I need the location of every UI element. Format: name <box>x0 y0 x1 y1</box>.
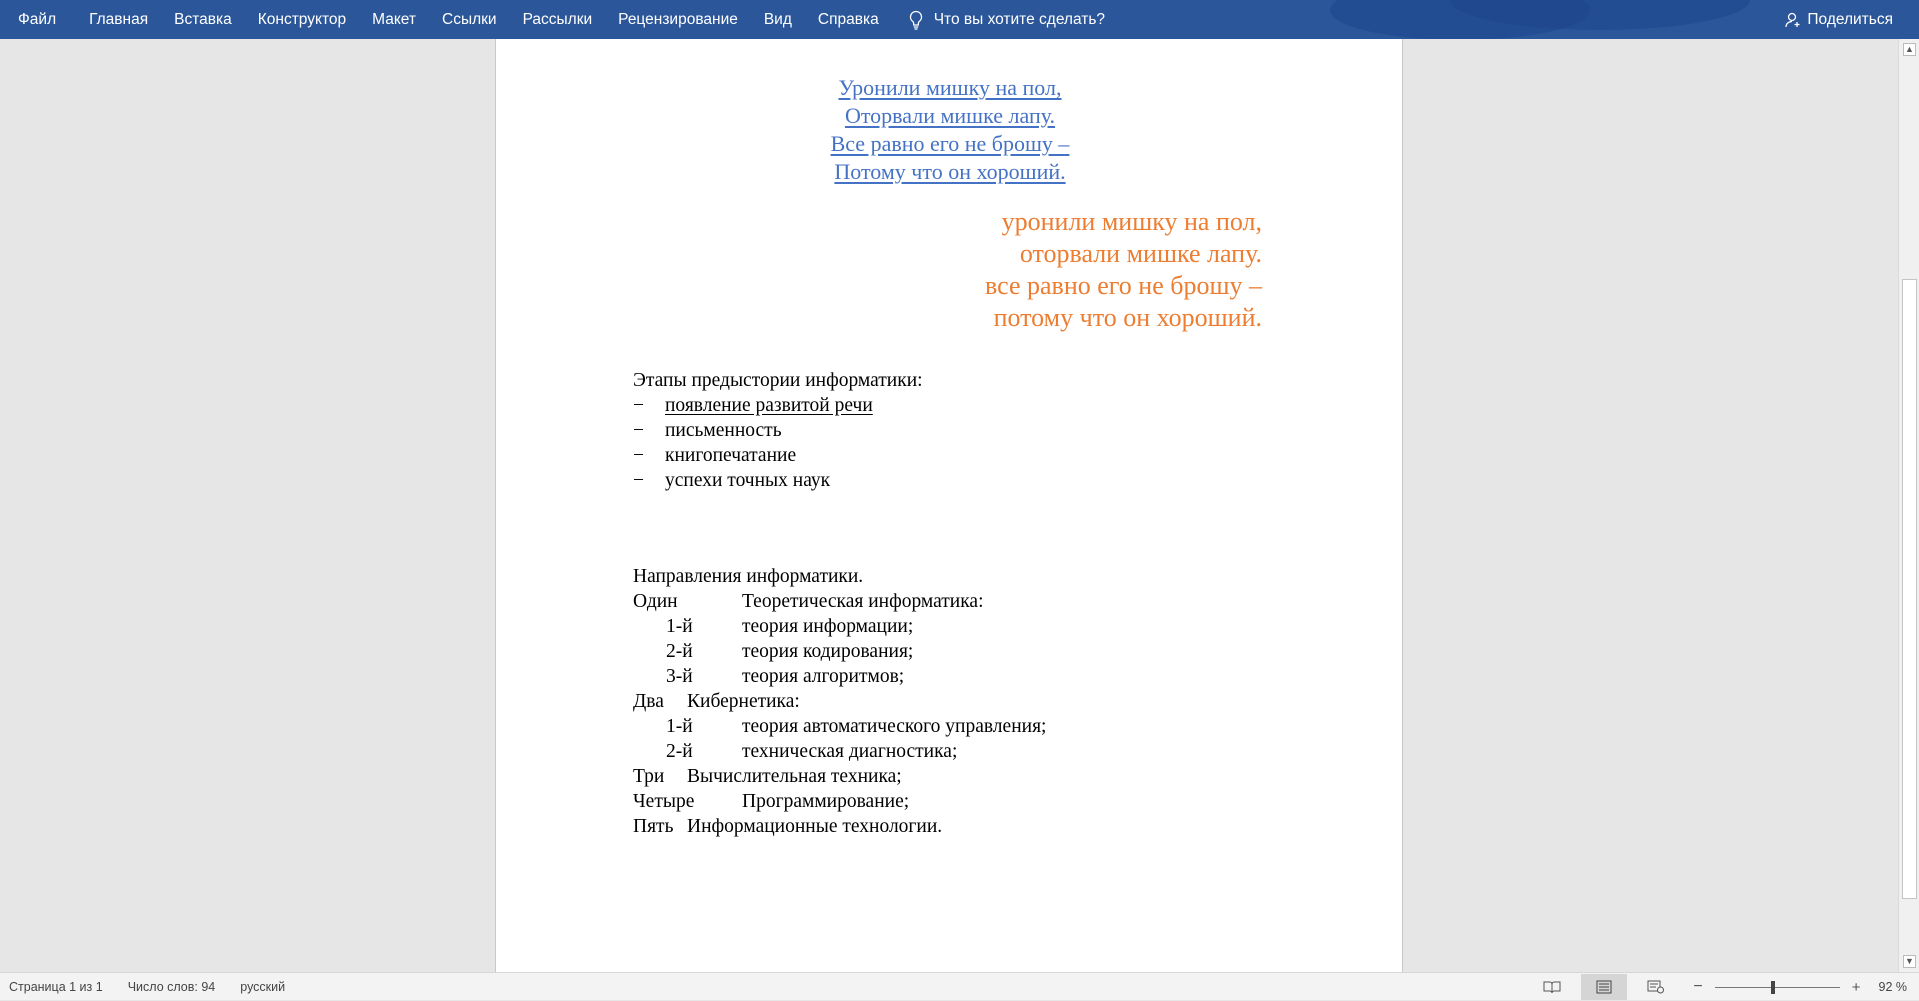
scroll-up-icon[interactable]: ▲ <box>1903 43 1916 56</box>
web-layout-button[interactable] <box>1633 974 1679 1000</box>
direction-row: 2-й техническая диагностика; <box>633 739 1046 764</box>
tab-design[interactable]: Конструктор <box>245 0 359 39</box>
direction-text: техническая диагностика; <box>742 741 958 762</box>
lightbulb-icon <box>909 10 922 30</box>
poem-line: уронили мишку на пол, <box>1001 207 1262 236</box>
stages-title: Этапы предыстории информатики: <box>633 370 923 391</box>
print-layout-icon <box>1596 980 1612 994</box>
scrollbar-thumb[interactable] <box>1902 279 1917 899</box>
zoom-slider-thumb[interactable] <box>1770 980 1775 994</box>
language-indicator[interactable]: русский <box>240 980 285 994</box>
page-count[interactable]: Страница 1 из 1 <box>9 980 103 994</box>
status-bar: Страница 1 из 1 Число слов: 94 русский −… <box>0 972 1919 1000</box>
document-page[interactable]: Уронили мишку на пол, Оторвали мишке лап… <box>495 39 1403 972</box>
poem-line: Все равно его не брошу – <box>830 131 1070 156</box>
poem-line: все равно его не брошу – <box>984 271 1262 300</box>
zoom-in-icon[interactable]: + <box>1852 979 1861 996</box>
direction-number: Три <box>633 766 665 787</box>
list-item: − появление развитой речи <box>633 393 923 418</box>
list-item-text: книгопечатание <box>665 445 797 466</box>
list-item-text: успехи точных наук <box>665 470 831 491</box>
list-item-text: появление развитой речи <box>665 395 873 416</box>
direction-number: 1-й <box>666 716 693 737</box>
scroll-down-icon[interactable]: ▼ <box>1903 955 1916 968</box>
direction-row: Один Теоретическая информатика: <box>633 589 1046 614</box>
stages-section: Этапы предыстории информатики: − появлен… <box>633 368 923 493</box>
direction-number: Пять <box>633 816 674 837</box>
tab-help[interactable]: Справка <box>805 0 892 39</box>
tab-layout[interactable]: Макет <box>359 0 429 39</box>
tab-references[interactable]: Ссылки <box>429 0 510 39</box>
tab-insert[interactable]: Вставка <box>161 0 245 39</box>
poem-line: Уронили мишку на пол, <box>838 75 1062 100</box>
orange-poem: уронили мишку на пол, оторвали мишке лап… <box>985 206 1262 334</box>
list-item: − книгопечатание <box>633 443 923 468</box>
zoom-out-icon[interactable]: − <box>1693 978 1702 996</box>
direction-number: 3-й <box>666 666 693 687</box>
share-label: Поделиться <box>1807 10 1893 28</box>
document-area: Уронили мишку на пол, Оторвали мишке лап… <box>0 39 1898 972</box>
web-layout-icon <box>1647 980 1665 994</box>
list-item-text: письменность <box>665 420 782 441</box>
direction-row: Три Вычислительная техника; <box>633 764 1046 789</box>
status-right: − + 92 % <box>1529 973 1907 1001</box>
direction-text: теория автоматического управления; <box>742 716 1047 737</box>
tell-me-text: Что вы хотите сделать? <box>933 10 1106 28</box>
direction-row: 3-й теория алгоритмов; <box>633 664 1046 689</box>
list-dash: − <box>633 420 644 441</box>
tab-file[interactable]: Файл <box>0 0 76 39</box>
list-dash: − <box>633 470 644 491</box>
person-icon <box>1785 12 1800 27</box>
direction-text: Теоретическая информатика: <box>742 591 984 612</box>
direction-number: Два <box>633 691 664 712</box>
zoom-slider[interactable] <box>1714 980 1840 994</box>
tab-mailings[interactable]: Рассылки <box>510 0 606 39</box>
direction-number: Один <box>633 591 678 612</box>
read-mode-button[interactable] <box>1529 974 1575 1000</box>
list-dash: − <box>633 395 644 416</box>
direction-number: 1-й <box>666 616 693 637</box>
ribbon-tab-bar: Файл Главная Вставка Конструктор Макет С… <box>0 0 1919 39</box>
poem-line: Потому что он хороший. <box>834 159 1066 184</box>
zoom-level[interactable]: 92 % <box>1879 980 1908 994</box>
direction-row: Пять Информационные технологии. <box>633 814 1046 839</box>
direction-text: Программирование; <box>742 791 910 812</box>
direction-number: Четыре <box>633 791 695 812</box>
list-dash: − <box>633 445 644 466</box>
direction-text: Вычислительная техника; <box>687 766 902 787</box>
list-item: − успехи точных наук <box>633 468 923 493</box>
direction-row: 1-й теория автоматического управления; <box>633 714 1046 739</box>
direction-row: 1-й теория информации; <box>633 614 1046 639</box>
blue-poem: Уронили мишку на пол, Оторвали мишке лап… <box>496 74 1404 186</box>
direction-number: 2-й <box>666 741 693 762</box>
direction-text: теория алгоритмов; <box>742 666 905 687</box>
direction-text: Информационные технологии. <box>687 816 943 837</box>
tab-view[interactable]: Вид <box>751 0 805 39</box>
tab-home[interactable]: Главная <box>76 0 161 39</box>
vertical-scrollbar[interactable]: ▲ ▼ <box>1898 39 1919 972</box>
direction-row: Два Кибернетика: <box>633 689 1046 714</box>
direction-number: 2-й <box>666 641 693 662</box>
direction-row: Четыре Программирование; <box>633 789 1046 814</box>
print-layout-button[interactable] <box>1581 974 1628 1000</box>
tell-me-box[interactable]: Что вы хотите сделать? <box>908 10 1105 30</box>
poem-line: оторвали мишке лапу. <box>1019 239 1262 268</box>
share-button[interactable]: Поделиться <box>1785 0 1893 39</box>
tab-review[interactable]: Рецензирование <box>605 0 751 39</box>
directions-title: Направления информатики. <box>633 566 864 587</box>
direction-text: теория кодирования; <box>742 641 914 662</box>
list-item: − письменность <box>633 418 923 443</box>
read-mode-icon <box>1543 981 1561 994</box>
poem-line: Оторвали мишке лапу. <box>844 103 1056 128</box>
ribbon-tabs: Файл Главная Вставка Конструктор Макет С… <box>0 0 1105 39</box>
word-count[interactable]: Число слов: 94 <box>128 980 216 994</box>
poem-line: потому что он хороший. <box>993 303 1262 332</box>
direction-text: Кибернетика: <box>687 691 800 712</box>
direction-row: 2-й теория кодирования; <box>633 639 1046 664</box>
directions-section: Направления информатики. Один Теоретичес… <box>633 564 1046 839</box>
direction-text: теория информации; <box>742 616 914 637</box>
